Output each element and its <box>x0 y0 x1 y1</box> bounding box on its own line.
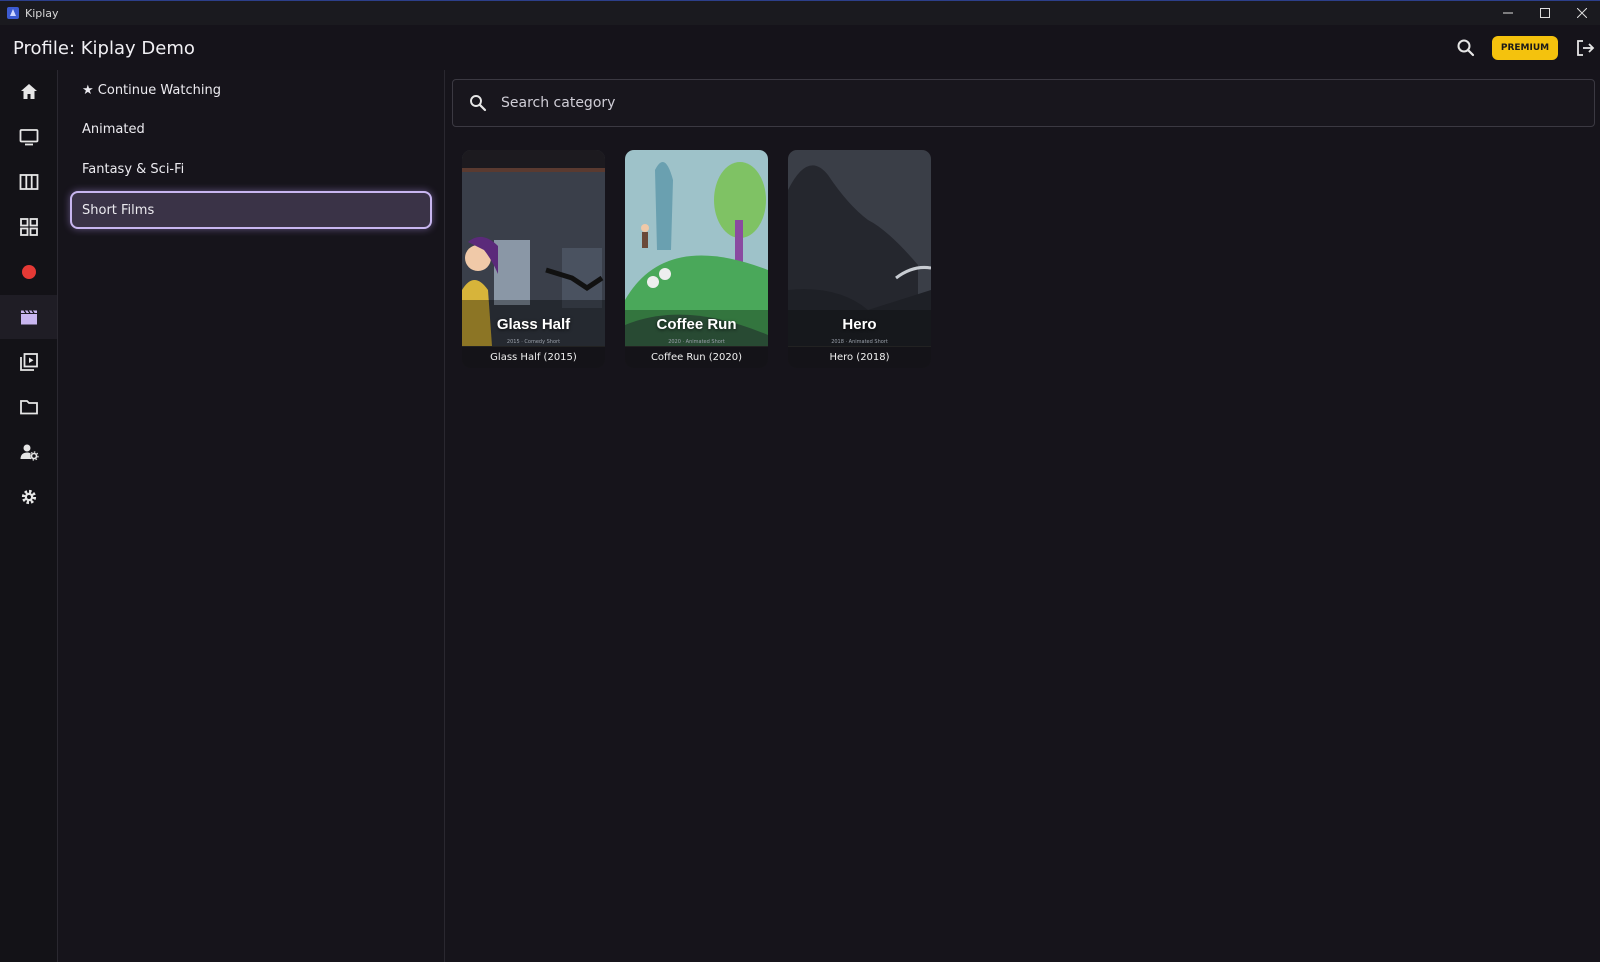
category-short-films[interactable]: Short Films <box>70 191 432 229</box>
poster-subtitle: 2015 · Comedy Short <box>506 339 561 345</box>
nav-record[interactable] <box>0 250 57 294</box>
category-search-box[interactable] <box>452 79 1595 127</box>
search-icon <box>1457 39 1475 57</box>
minimize-button[interactable] <box>1489 1 1526 25</box>
video-library-icon <box>19 353 38 371</box>
nav-tv[interactable] <box>0 115 57 159</box>
nav-rail <box>0 70 58 962</box>
movie-card-hero[interactable]: Hero 2018 · Animated Short Hero (2018) <box>788 150 931 368</box>
movie-caption: Hero (2018) <box>788 347 931 368</box>
window-controls <box>1489 1 1600 25</box>
nav-video-library[interactable] <box>0 340 57 384</box>
category-list: ★ Continue Watching Animated Fantasy & S… <box>58 70 445 962</box>
header-search-button[interactable] <box>1456 38 1476 58</box>
window-titlebar: Kiplay <box>0 0 1600 25</box>
nav-folder[interactable] <box>0 385 57 429</box>
category-continue-watching[interactable]: ★ Continue Watching <box>70 72 432 108</box>
grid-icon <box>19 218 38 236</box>
app-name: Kiplay <box>25 6 59 20</box>
poster-title: Coffee Run <box>656 316 737 333</box>
app-header: Profile: Kiplay Demo PREMIUM <box>0 25 1600 70</box>
record-icon <box>21 265 36 279</box>
search-input[interactable] <box>499 94 1403 112</box>
nav-grid[interactable] <box>0 205 57 249</box>
category-animated[interactable]: Animated <box>70 111 432 147</box>
nav-columns[interactable] <box>0 160 57 204</box>
movie-caption: Glass Half (2015) <box>462 347 605 368</box>
logout-icon <box>1577 40 1595 56</box>
home-icon <box>20 84 37 99</box>
tv-icon <box>19 129 38 146</box>
close-icon <box>1576 8 1587 18</box>
nav-home[interactable] <box>0 70 57 114</box>
folder-icon <box>19 400 38 415</box>
logout-button[interactable] <box>1575 38 1595 58</box>
poster-subtitle: 2020 · Animated Short <box>668 339 725 345</box>
nav-settings[interactable] <box>0 475 57 519</box>
poster-subtitle: 2018 · Animated Short <box>831 339 888 345</box>
poster-title: Hero <box>842 316 877 333</box>
close-button[interactable] <box>1563 1 1600 25</box>
search-icon <box>470 95 487 112</box>
nav-short-films[interactable] <box>0 295 57 339</box>
maximize-button[interactable] <box>1526 1 1563 25</box>
page-title: Profile: Kiplay Demo <box>13 38 195 59</box>
gear-icon <box>21 489 36 505</box>
poster-title: Glass Half <box>496 316 571 333</box>
movie-caption: Coffee Run (2020) <box>625 347 768 368</box>
columns-icon <box>19 174 38 190</box>
category-fantasy-scifi[interactable]: Fantasy & Sci-Fi <box>70 151 432 187</box>
movie-card-coffee-run[interactable]: Coffee Run 2020 · Animated Short Coffee … <box>625 150 768 368</box>
nav-user-settings[interactable] <box>0 430 57 474</box>
minimize-icon <box>1502 12 1513 14</box>
premium-button[interactable]: PREMIUM <box>1492 36 1558 60</box>
clapperboard-icon <box>20 310 37 325</box>
user-settings-icon <box>20 444 39 461</box>
app-logo-icon <box>7 7 19 19</box>
maximize-icon <box>1539 8 1550 18</box>
movie-card-glass-half[interactable]: Glass Half 2015 · Comedy Short Glass Hal… <box>462 150 605 368</box>
